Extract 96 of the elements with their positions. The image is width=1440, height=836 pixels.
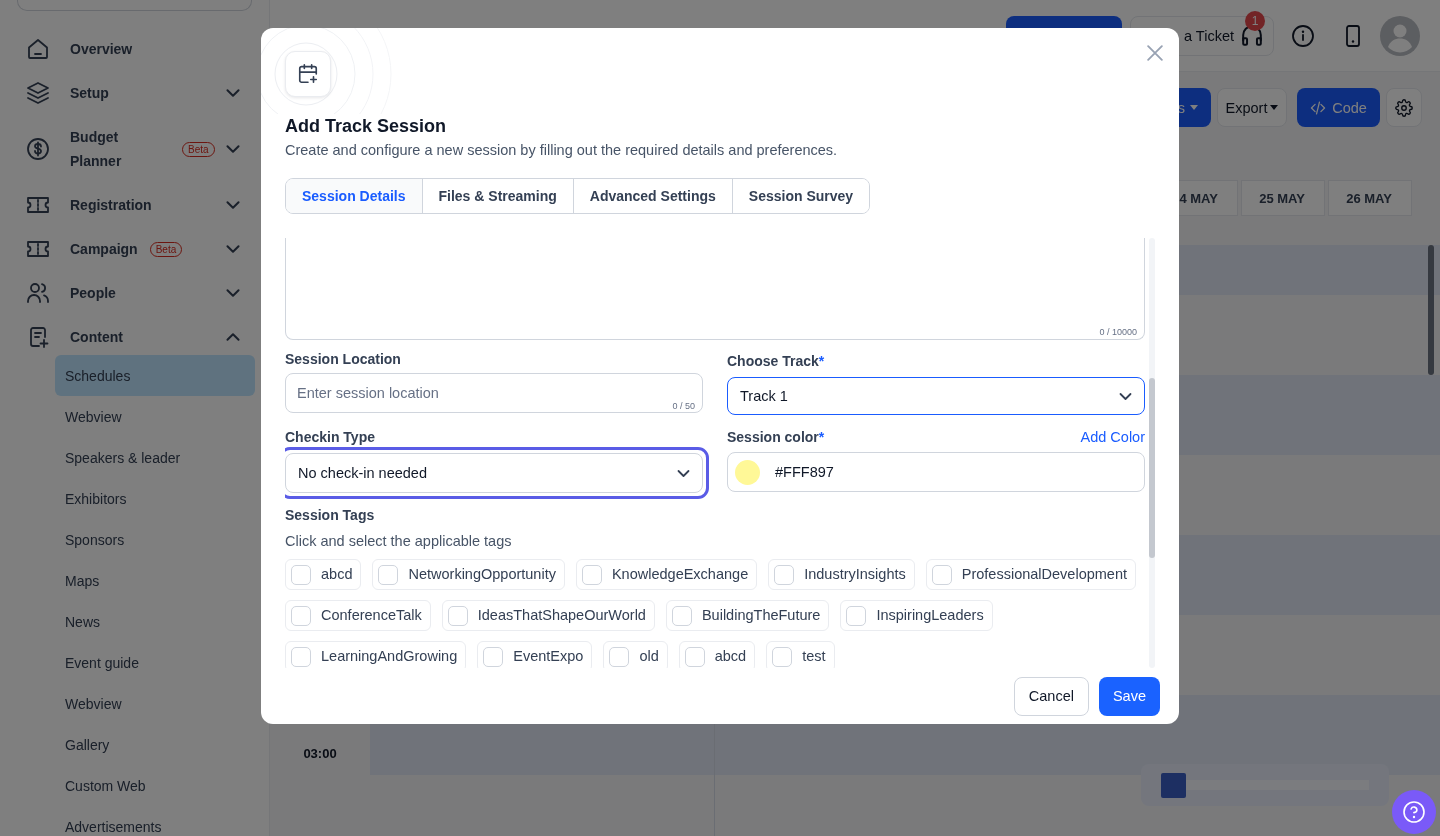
field-label: Session Location — [285, 350, 402, 369]
scrollbar-track[interactable] — [1149, 238, 1155, 668]
nav-item[interactable]: Overview — [0, 31, 269, 67]
tab[interactable]: Session Details — [286, 179, 422, 213]
checkbox[interactable] — [846, 605, 867, 626]
settings-button[interactable] — [1386, 88, 1422, 127]
tag-option[interactable]: InspiringLeaders — [840, 600, 993, 631]
checkbox[interactable] — [684, 646, 705, 667]
settings-icon — [1395, 98, 1413, 117]
tag-option[interactable]: test — [766, 641, 835, 668]
field-label: Checkin Type — [285, 428, 376, 447]
submenu-item[interactable]: Webview — [55, 396, 255, 437]
tag-option[interactable]: abcd — [285, 559, 362, 590]
save-button[interactable]: Save — [1098, 676, 1160, 716]
checkbox[interactable] — [483, 646, 504, 667]
checkbox[interactable] — [291, 564, 311, 585]
submenu-item[interactable]: Webview — [55, 683, 255, 724]
tag-option[interactable]: old — [603, 641, 668, 668]
nav-item[interactable]: Campaign Beta — [0, 231, 269, 267]
modal-title: Add Track Session — [285, 115, 447, 138]
scrollbar-thumb[interactable] — [1149, 378, 1155, 558]
nav-item[interactable]: Budget Planner Beta — [0, 119, 269, 179]
submenu-item[interactable]: Schedules — [55, 355, 255, 396]
checkbox[interactable] — [291, 646, 311, 667]
submenu-item[interactable]: Gallery — [55, 724, 255, 765]
tag-option[interactable]: ConferenceTalk — [285, 600, 431, 631]
field-label: Session color — [727, 428, 819, 447]
caret-down-icon — [1270, 105, 1279, 110]
tag-option[interactable]: abcd — [678, 641, 756, 668]
export-button[interactable]: Export — [1217, 88, 1287, 127]
calendar-plus-icon — [285, 51, 331, 97]
submenu-item[interactable]: Exhibitors — [55, 478, 255, 519]
notification-badge: 1 — [1245, 11, 1265, 31]
submenu-item[interactable]: Maps — [55, 560, 255, 601]
headset-icon — [1241, 25, 1263, 46]
scrollbar-thumb[interactable] — [1161, 772, 1186, 798]
home-icon — [26, 37, 50, 61]
checkbox[interactable] — [378, 564, 399, 585]
checkbox[interactable] — [581, 564, 602, 585]
chevron-down-icon — [1119, 391, 1132, 401]
character-counter: 0 / 50 — [672, 400, 695, 412]
phone-icon[interactable] — [1346, 24, 1360, 47]
nav-item[interactable]: Content — [0, 319, 269, 355]
nav-item[interactable]: People — [0, 275, 269, 311]
modal-subtitle: Create and configure a new session by filling out the required details and preferences. — [285, 141, 838, 160]
tag-option[interactable]: NetworkingOpportunity — [372, 559, 565, 590]
submenu-item[interactable]: Event guide — [55, 642, 255, 683]
nav-item[interactable]: Registration — [0, 187, 269, 223]
tag-option[interactable]: EventExpo — [477, 641, 593, 668]
submenu-item[interactable]: News — [55, 601, 255, 642]
tag-option[interactable]: IdeasThatShapeOurWorld — [441, 600, 655, 631]
submenu-item[interactable]: Speakers & leader — [55, 437, 255, 478]
code-icon — [1310, 100, 1327, 115]
tag-option[interactable]: KnowledgeExchange — [575, 559, 758, 590]
nav-item[interactable]: Setup — [0, 75, 269, 111]
checkbox[interactable] — [931, 564, 952, 585]
caret-down-icon — [1190, 105, 1198, 110]
required-mark: * — [818, 428, 825, 447]
tag-option[interactable]: IndustryInsights — [768, 559, 915, 590]
checkbox[interactable] — [772, 646, 793, 667]
chevron-down-icon — [677, 468, 690, 478]
select-field[interactable]: Track 1 — [727, 377, 1145, 415]
field-label: Choose Track — [727, 352, 819, 371]
tag-option[interactable]: LearningAndGrowing — [285, 641, 467, 668]
hint-text: Click and select the applicable tags — [285, 532, 513, 551]
help-icon — [1403, 801, 1425, 823]
required-mark: * — [818, 352, 825, 371]
people-icon — [26, 281, 50, 305]
submenu-item[interactable]: Advertisements — [55, 806, 255, 836]
submenu-item[interactable]: Sponsors — [55, 519, 255, 560]
scrollbar-thumb[interactable] — [1428, 245, 1434, 375]
checkbox[interactable] — [774, 564, 795, 585]
checkbox[interactable] — [447, 605, 468, 626]
tag-option[interactable]: ProfessionalDevelopment — [925, 559, 1136, 590]
dollar-icon — [26, 137, 50, 161]
day-header: 25 MAY — [1241, 180, 1325, 216]
color-field[interactable]: #FFF897 — [727, 452, 1145, 492]
layers-icon — [26, 81, 50, 105]
close-icon[interactable] — [1147, 45, 1163, 61]
time-label: 03:00 — [303, 746, 337, 761]
day-header: 26 MAY — [1328, 180, 1412, 216]
character-counter: 0 / 10000 — [1099, 326, 1137, 338]
tab[interactable]: Session Survey — [731, 179, 870, 213]
add-color-link[interactable]: Add Color — [1080, 427, 1145, 447]
code-button[interactable]: Code — [1297, 88, 1380, 127]
textarea-field[interactable]: 0 / 10000 — [285, 238, 1145, 340]
field-label: Session Tags — [285, 506, 376, 525]
select-field[interactable]: No check-in needed — [285, 453, 703, 493]
avatar-icon[interactable] — [1380, 15, 1420, 56]
tag-option[interactable]: BuildingTheFuture — [665, 600, 830, 631]
submenu-item[interactable]: Custom Web — [55, 765, 255, 806]
info-icon[interactable] — [1292, 24, 1314, 47]
checkbox[interactable] — [671, 605, 692, 626]
cancel-button[interactable]: Cancel — [1013, 676, 1089, 716]
checkbox[interactable] — [609, 646, 630, 667]
checkbox[interactable] — [291, 605, 311, 626]
